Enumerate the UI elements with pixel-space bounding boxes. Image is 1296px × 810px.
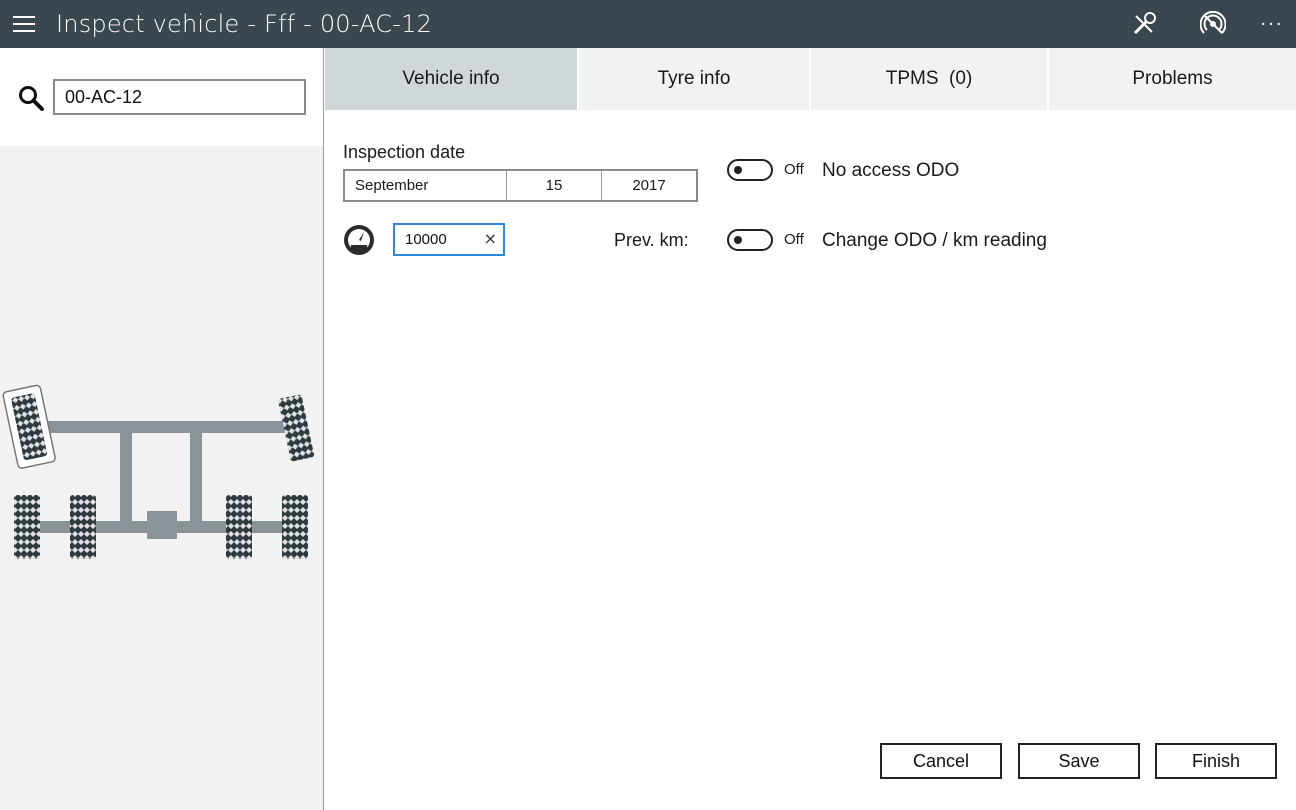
sensor-signal-icon[interactable] [1189,0,1237,48]
more-dots: ··· [1260,13,1284,35]
clear-icon[interactable]: × [484,229,497,249]
date-day[interactable]: 15 [507,171,602,200]
main-panel: Vehicle info Tyre info TPMS (0) Problems… [325,48,1296,810]
date-month[interactable]: September [345,171,507,200]
vehicle-axle-diagram[interactable] [0,378,323,578]
save-button[interactable]: Save [1018,743,1140,779]
change-odo-toggle[interactable] [727,229,773,251]
gauge-icon [344,225,374,255]
odometer-field[interactable]: × [393,223,505,256]
tab-bar: Vehicle info Tyre info TPMS (0) Problems [325,48,1296,110]
inspection-date-picker[interactable]: September 15 2017 [343,169,698,202]
cancel-button[interactable]: Cancel [880,743,1002,779]
app-title: Inspect vehicle - Fff - 00-AC-12 [56,10,433,38]
no-access-odo-toggle[interactable] [727,159,773,181]
date-year[interactable]: 2017 [602,171,696,200]
change-odo-state: Off [784,231,804,248]
connect-tool-icon[interactable] [1120,0,1168,48]
sidebar [0,48,324,810]
odometer-input[interactable] [395,225,479,254]
hamburger-menu-icon[interactable] [0,0,48,48]
tab-tpms[interactable]: TPMS (0) [811,48,1049,110]
prev-km-label: Prev. km: [614,230,689,250]
no-access-odo-label: No access ODO [822,160,960,181]
search-input[interactable] [53,79,306,115]
more-icon[interactable]: ··· [1248,0,1296,48]
search-area [0,48,323,146]
toggle-knob [734,166,742,174]
finish-button[interactable]: Finish [1155,743,1277,779]
no-access-odo-state: Off [784,161,804,178]
toggle-knob [734,236,742,244]
tab-tyre-info[interactable]: Tyre info [579,48,811,110]
change-odo-label: Change ODO / km reading [822,230,1047,251]
search-icon[interactable] [17,84,45,112]
tab-vehicle-info[interactable]: Vehicle info [325,48,579,110]
tab-problems[interactable]: Problems [1049,48,1296,110]
inspection-date-label: Inspection date [343,142,466,162]
title-bar: Inspect vehicle - Fff - 00-AC-12 ··· [0,0,1296,48]
